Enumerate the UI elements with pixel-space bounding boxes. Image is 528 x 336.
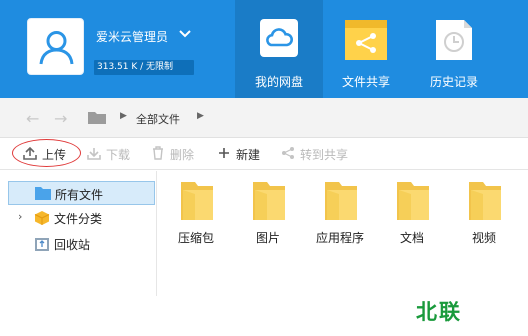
chevron-right-icon[interactable]: ›: [18, 210, 22, 223]
share-icon: [282, 147, 294, 159]
folder-item[interactable]: 应用程序: [310, 178, 370, 248]
sidebar-item-all-files[interactable]: 所有文件: [8, 181, 155, 205]
delete-label: 删除: [170, 148, 195, 162]
download-icon: [87, 148, 101, 160]
path-separator-icon: ▶: [197, 111, 204, 121]
folder-name: 压缩包: [177, 231, 214, 245]
plus-icon: [219, 148, 229, 158]
folder-icon: [253, 182, 285, 220]
breadcrumb-current[interactable]: 全部文件: [136, 111, 180, 127]
transfer-share-label: 转到共享: [300, 148, 349, 162]
history-clock-icon: [436, 20, 472, 60]
sidebar-item-label: 所有文件: [55, 188, 104, 202]
storage-quota: 313.51 K / 无限制: [94, 60, 194, 75]
folder-name: 视频: [471, 231, 496, 245]
avatar[interactable]: [27, 18, 84, 75]
folder-item[interactable]: 视频: [454, 178, 514, 248]
folder-icon: [181, 182, 213, 220]
sidebar-item-label: 回收站: [54, 238, 91, 252]
upload-highlight-ring: [12, 139, 81, 167]
folder-name: 图片: [255, 231, 280, 245]
trash-icon: [153, 146, 163, 160]
sidebar-item-label: 文件分类: [54, 212, 103, 226]
folder-name: 应用程序: [315, 231, 364, 245]
path-separator-icon: ▶: [120, 111, 127, 121]
back-arrow-icon[interactable]: ←: [26, 109, 39, 128]
category-cube-icon: [34, 211, 50, 225]
folder-name: 文档: [399, 231, 424, 245]
cloud-icon: [260, 19, 298, 57]
sidebar: 所有文件 › 文件分类 回收站: [0, 171, 157, 296]
folder-item[interactable]: 文档: [382, 178, 442, 248]
user-avatar-icon: [39, 31, 74, 65]
sidebar-item-recycle-bin[interactable]: 回收站: [8, 232, 155, 256]
forward-arrow-icon[interactable]: →: [54, 109, 67, 128]
tab-history[interactable]: 历史记录: [410, 0, 498, 98]
tab-history-label: 历史记录: [429, 75, 478, 89]
chevron-down-icon[interactable]: [178, 27, 192, 41]
folder-icon: [88, 112, 106, 124]
new-label: 新建: [236, 148, 261, 162]
folder-icon: [397, 182, 429, 220]
recycle-bin-icon: [35, 238, 49, 251]
tab-my-drive-label: 我的网盘: [254, 75, 303, 89]
share-folder-icon: [345, 20, 387, 60]
folder-icon: [325, 182, 357, 220]
folder-icon: [469, 182, 501, 220]
sidebar-item-categories[interactable]: › 文件分类: [8, 206, 155, 230]
path-bar: ← → ▶ 全部文件 ▶: [0, 98, 528, 138]
folder-item[interactable]: 压缩包: [166, 178, 226, 248]
folder-item[interactable]: 图片: [238, 178, 298, 248]
header-bar: 爱米云管理员 313.51 K / 无限制 我的网盘 文件共享 历史记录: [0, 0, 528, 98]
tab-my-drive[interactable]: 我的网盘: [235, 0, 323, 98]
folder-icon: [35, 187, 51, 200]
user-name[interactable]: 爱米云管理员: [96, 28, 168, 45]
download-label: 下载: [106, 148, 131, 162]
tab-file-share[interactable]: 文件共享: [322, 0, 410, 98]
tab-file-share-label: 文件共享: [341, 75, 390, 89]
watermark: 北联: [416, 300, 462, 324]
